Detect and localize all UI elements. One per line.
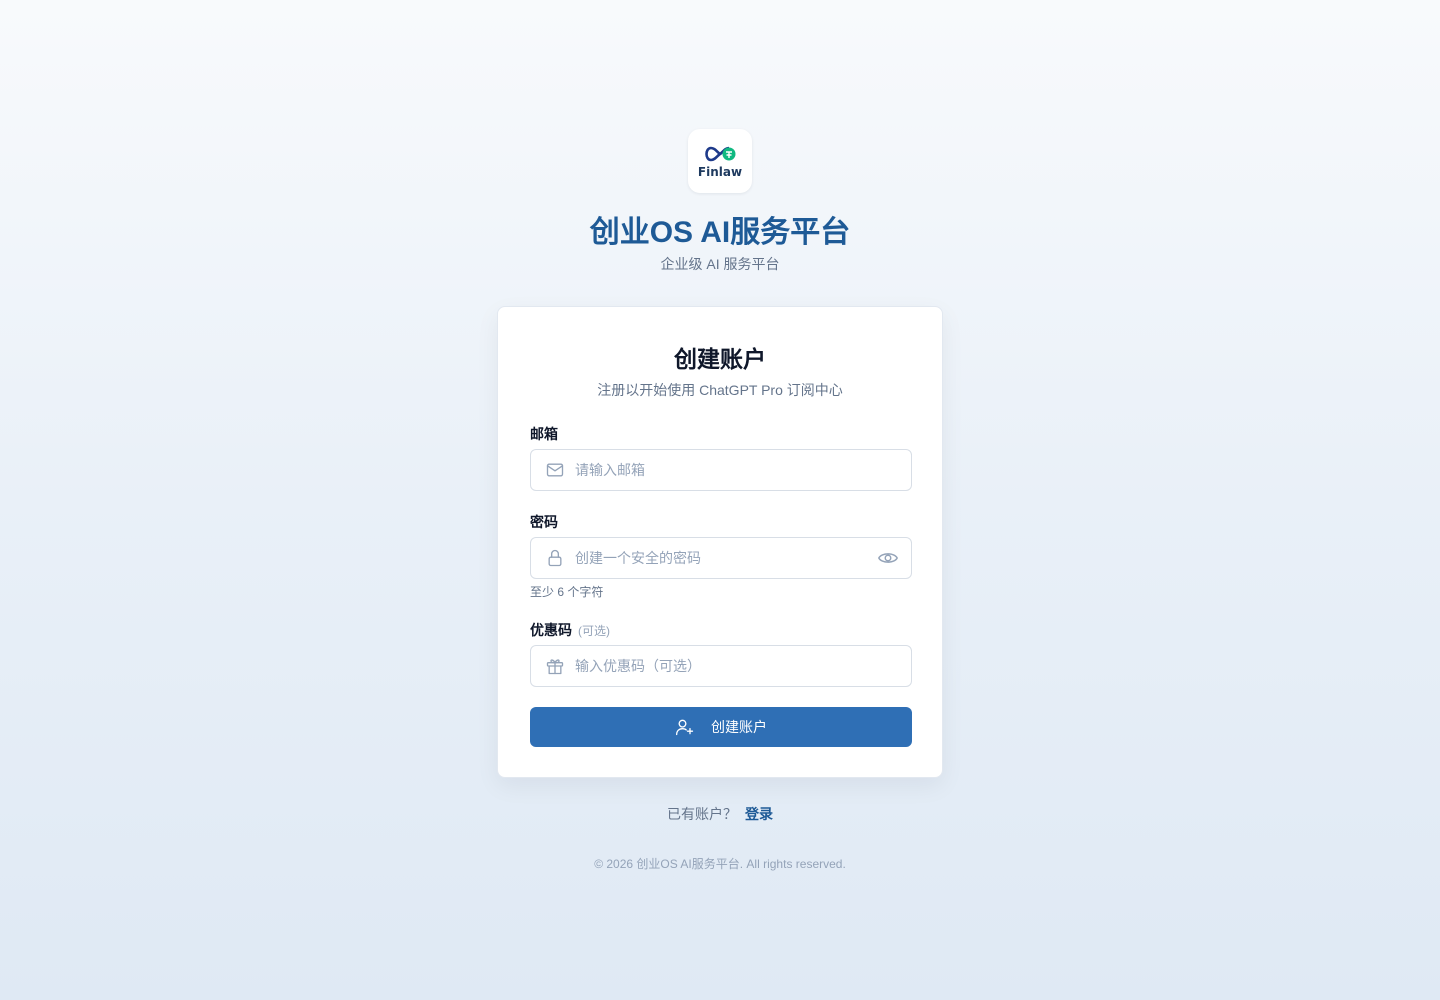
signin-prompt: 已有账户？ (667, 806, 737, 822)
card-title: 创建账户 (674, 346, 766, 372)
email-field-wrapper (530, 449, 912, 491)
signin-row: 已有账户？ 登录 (0, 804, 1440, 824)
logo: Finlaw (688, 129, 752, 193)
coupon-field-wrapper (530, 645, 912, 687)
password-input[interactable] (575, 538, 877, 578)
gift-icon (546, 659, 564, 675)
coupon-optional-tag: (可选) (578, 624, 610, 638)
card-subtitle: 注册以开始使用 ChatGPT Pro 订阅中心 (597, 382, 843, 398)
coupon-label-text: 优惠码 (530, 622, 572, 638)
app-subtitle: 企业级 AI 服务平台 (660, 256, 780, 272)
mail-icon (546, 463, 564, 477)
email-label: 邮箱 (530, 426, 558, 442)
eye-icon[interactable] (877, 547, 899, 569)
finlaw-logo-icon (705, 146, 736, 161)
password-hint: 至少 6 个字符 (530, 585, 604, 599)
create-account-label: 创建账户 (711, 719, 767, 735)
app-title: 创业OS AI服务平台 (589, 216, 851, 249)
coupon-input[interactable] (575, 646, 911, 686)
password-field-wrapper (530, 537, 912, 579)
lock-icon (548, 549, 562, 567)
user-plus-icon (676, 719, 694, 736)
create-account-button[interactable]: 创建账户 (530, 707, 912, 747)
email-input[interactable] (575, 450, 911, 490)
footer-copyright: © 2026 创业OS AI服务平台. All rights reserved. (594, 857, 846, 871)
logo-text: Finlaw (697, 164, 743, 179)
signin-link[interactable]: 登录 (745, 806, 773, 822)
coupon-label: 优惠码 (可选) (530, 620, 610, 640)
password-label: 密码 (530, 514, 558, 530)
signup-card: 创建账户 注册以开始使用 ChatGPT Pro 订阅中心 邮箱 密码 至少 6… (497, 306, 943, 778)
